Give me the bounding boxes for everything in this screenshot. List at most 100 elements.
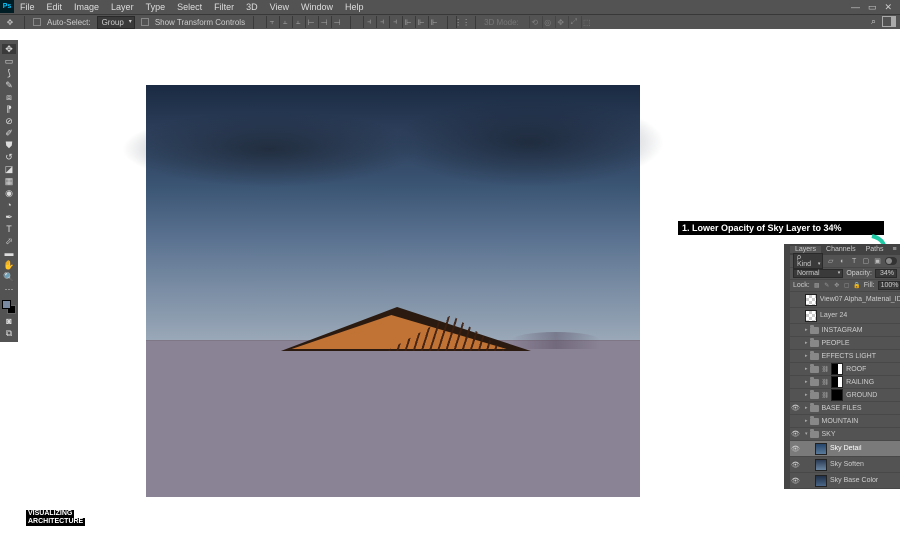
auto-select-checkbox[interactable]: [33, 18, 41, 26]
quick-select-tool[interactable]: ✎: [2, 80, 16, 90]
align-right-icon[interactable]: ⊣: [331, 16, 342, 28]
healing-tool[interactable]: ⊘: [2, 116, 16, 126]
disclosure-closed-icon[interactable]: ▸: [805, 327, 808, 333]
zoom-tool[interactable]: 🔍: [2, 272, 16, 282]
dodge-tool[interactable]: ◔: [2, 200, 16, 210]
blur-tool[interactable]: ◉: [2, 188, 16, 198]
filter-shape-icon[interactable]: ▢: [861, 257, 870, 266]
visibility-toggle[interactable]: 👁: [790, 461, 801, 469]
auto-select-dropdown[interactable]: Group: [97, 16, 135, 29]
filter-type-icon[interactable]: T: [850, 257, 859, 266]
more-options-icon[interactable]: ⋮⋮: [456, 16, 467, 28]
tab-layers[interactable]: Layers: [790, 246, 821, 253]
layer-mask-thumb[interactable]: [831, 389, 843, 401]
eyedropper-tool[interactable]: ⁋: [2, 104, 16, 114]
visibility-toggle[interactable]: 👁: [790, 404, 801, 412]
align-top-icon[interactable]: ⫟: [266, 16, 277, 28]
dist-4-icon[interactable]: ⊩: [402, 16, 413, 28]
lock-transparency-icon[interactable]: ▩: [813, 282, 821, 290]
menu-window[interactable]: Window: [295, 2, 339, 12]
history-brush-tool[interactable]: ↺: [2, 152, 16, 162]
align-left-icon[interactable]: ⊢: [305, 16, 316, 28]
path-select-tool[interactable]: ⬀: [2, 236, 16, 246]
layer-row[interactable]: 👁Sky Base Color: [790, 473, 900, 489]
close-button[interactable]: ✕: [884, 2, 892, 13]
layer-row[interactable]: ▸MOUNTAIN: [790, 415, 900, 428]
dist-3-icon[interactable]: ⫞: [389, 16, 400, 28]
layer-row[interactable]: ▸⛓GROUND: [790, 389, 900, 402]
layer-thumb[interactable]: [815, 459, 827, 471]
disclosure-closed-icon[interactable]: ▸: [805, 353, 808, 359]
align-bottom-icon[interactable]: ⫠: [292, 16, 303, 28]
layer-row[interactable]: Layer 24: [790, 308, 900, 324]
disclosure-closed-icon[interactable]: ▸: [805, 366, 808, 372]
layer-row[interactable]: 👁Sky Detail: [790, 441, 900, 457]
marquee-tool[interactable]: ▭: [2, 56, 16, 66]
dist-5-icon[interactable]: ⊩: [415, 16, 426, 28]
type-tool[interactable]: T: [2, 224, 16, 234]
menu-image[interactable]: Image: [68, 2, 105, 12]
layer-row[interactable]: ▸INSTAGRAM: [790, 324, 900, 337]
layer-mask-thumb[interactable]: [831, 363, 843, 375]
layer-row[interactable]: 👁Sky Soften: [790, 457, 900, 473]
layer-row[interactable]: 👁▾SKY: [790, 428, 900, 441]
filter-adjust-icon[interactable]: ◐: [838, 257, 847, 266]
workspace-mode-icon[interactable]: [882, 16, 896, 27]
filter-toggle[interactable]: [885, 257, 897, 265]
filter-smart-icon[interactable]: ▣: [873, 257, 882, 266]
lock-all-icon[interactable]: 🔒: [853, 282, 861, 290]
layer-row[interactable]: 👁▸BASE FILES: [790, 402, 900, 415]
visibility-toggle[interactable]: 👁: [790, 477, 801, 485]
menu-edit[interactable]: Edit: [41, 2, 69, 12]
gradient-tool[interactable]: ▦: [2, 176, 16, 186]
tab-channels[interactable]: Channels: [821, 246, 861, 253]
document-canvas[interactable]: [146, 85, 640, 497]
canvas-area[interactable]: [18, 29, 900, 544]
brush-tool[interactable]: ✐: [2, 128, 16, 138]
layer-row[interactable]: ▸EFFECTS LIGHT: [790, 350, 900, 363]
menu-help[interactable]: Help: [339, 2, 370, 12]
lock-position-icon[interactable]: ✥: [833, 282, 841, 290]
menu-file[interactable]: File: [14, 2, 41, 12]
color-swatches[interactable]: [2, 300, 16, 314]
stamp-tool[interactable]: ⛊: [2, 140, 16, 150]
minimize-button[interactable]: —: [851, 2, 860, 13]
layer-row[interactable]: ▸PEOPLE: [790, 337, 900, 350]
dist-1-icon[interactable]: ⫞: [363, 16, 374, 28]
panel-collapse-strip[interactable]: [784, 244, 790, 489]
menu-type[interactable]: Type: [140, 2, 172, 12]
maximize-button[interactable]: ▭: [868, 2, 877, 13]
disclosure-closed-icon[interactable]: ▸: [805, 340, 808, 346]
fill-input[interactable]: 100%: [878, 281, 900, 290]
quick-mask-icon[interactable]: ◙: [2, 316, 16, 326]
edit-toolbar-icon[interactable]: ⋯: [2, 284, 16, 294]
menu-3d[interactable]: 3D: [240, 2, 264, 12]
move-tool[interactable]: ✥: [2, 44, 16, 54]
show-transform-checkbox[interactable]: [141, 18, 149, 26]
crop-tool[interactable]: ⧈: [2, 92, 16, 102]
layer-thumb[interactable]: [815, 443, 827, 455]
disclosure-closed-icon[interactable]: ▸: [805, 405, 808, 411]
hand-tool[interactable]: ✋: [2, 260, 16, 270]
shape-tool[interactable]: ▬: [2, 248, 16, 258]
disclosure-closed-icon[interactable]: ▸: [805, 392, 808, 398]
lock-artboard-icon[interactable]: ▢: [843, 282, 851, 290]
disclosure-open-icon[interactable]: ▾: [805, 431, 808, 437]
opacity-input[interactable]: 34%: [875, 269, 897, 278]
blend-mode-dropdown[interactable]: Normal: [793, 269, 843, 278]
lasso-tool[interactable]: ⟆: [2, 68, 16, 78]
align-vcenter-icon[interactable]: ⫠: [279, 16, 290, 28]
disclosure-closed-icon[interactable]: ▸: [805, 379, 808, 385]
visibility-toggle[interactable]: 👁: [790, 445, 801, 453]
layer-row[interactable]: View07 Alpha_Material_ID: [790, 292, 900, 308]
menu-filter[interactable]: Filter: [208, 2, 240, 12]
pen-tool[interactable]: ✒: [2, 212, 16, 222]
search-icon[interactable]: ⌕: [871, 16, 876, 27]
menu-layer[interactable]: Layer: [105, 2, 140, 12]
dist-2-icon[interactable]: ⫞: [376, 16, 387, 28]
align-hcenter-icon[interactable]: ⊣: [318, 16, 329, 28]
layer-thumb[interactable]: [815, 475, 827, 487]
filter-pixel-icon[interactable]: ▱: [826, 257, 835, 266]
lock-pixels-icon[interactable]: ✎: [823, 282, 831, 290]
layer-thumb[interactable]: [805, 310, 817, 322]
